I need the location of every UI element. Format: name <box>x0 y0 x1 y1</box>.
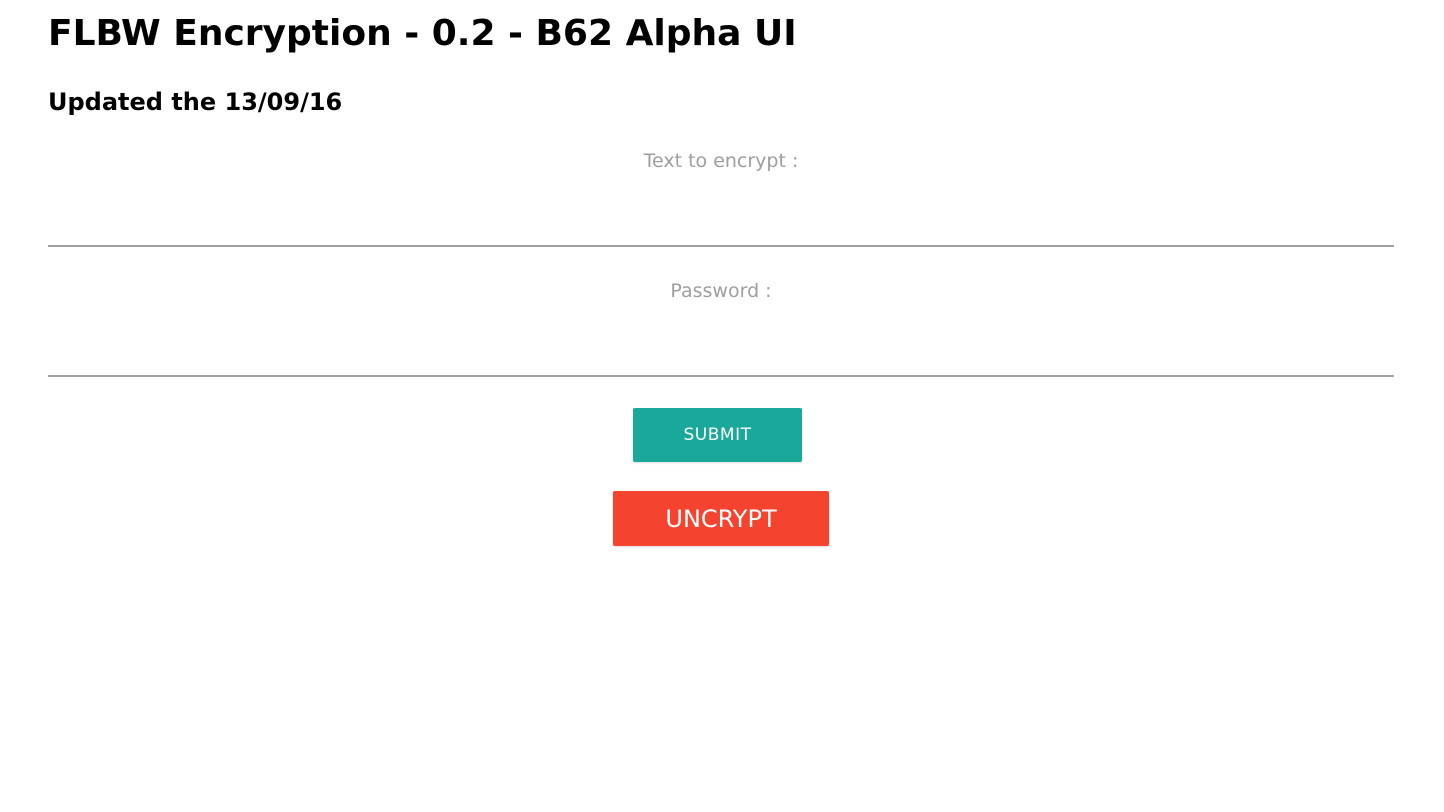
text-to-encrypt-label: Text to encrypt : <box>643 150 799 172</box>
password-label: Password : <box>670 280 772 302</box>
page-title: FLBW Encryption - 0.2 - B62 Alpha UI <box>48 13 797 54</box>
submit-button[interactable]: SUBMIT <box>633 408 802 462</box>
password-input[interactable] <box>48 333 1394 377</box>
text-to-encrypt-input[interactable] <box>48 203 1394 247</box>
page-subtitle: Updated the 13/09/16 <box>48 88 343 116</box>
uncrypt-button[interactable]: UNCRYPT <box>613 491 829 546</box>
